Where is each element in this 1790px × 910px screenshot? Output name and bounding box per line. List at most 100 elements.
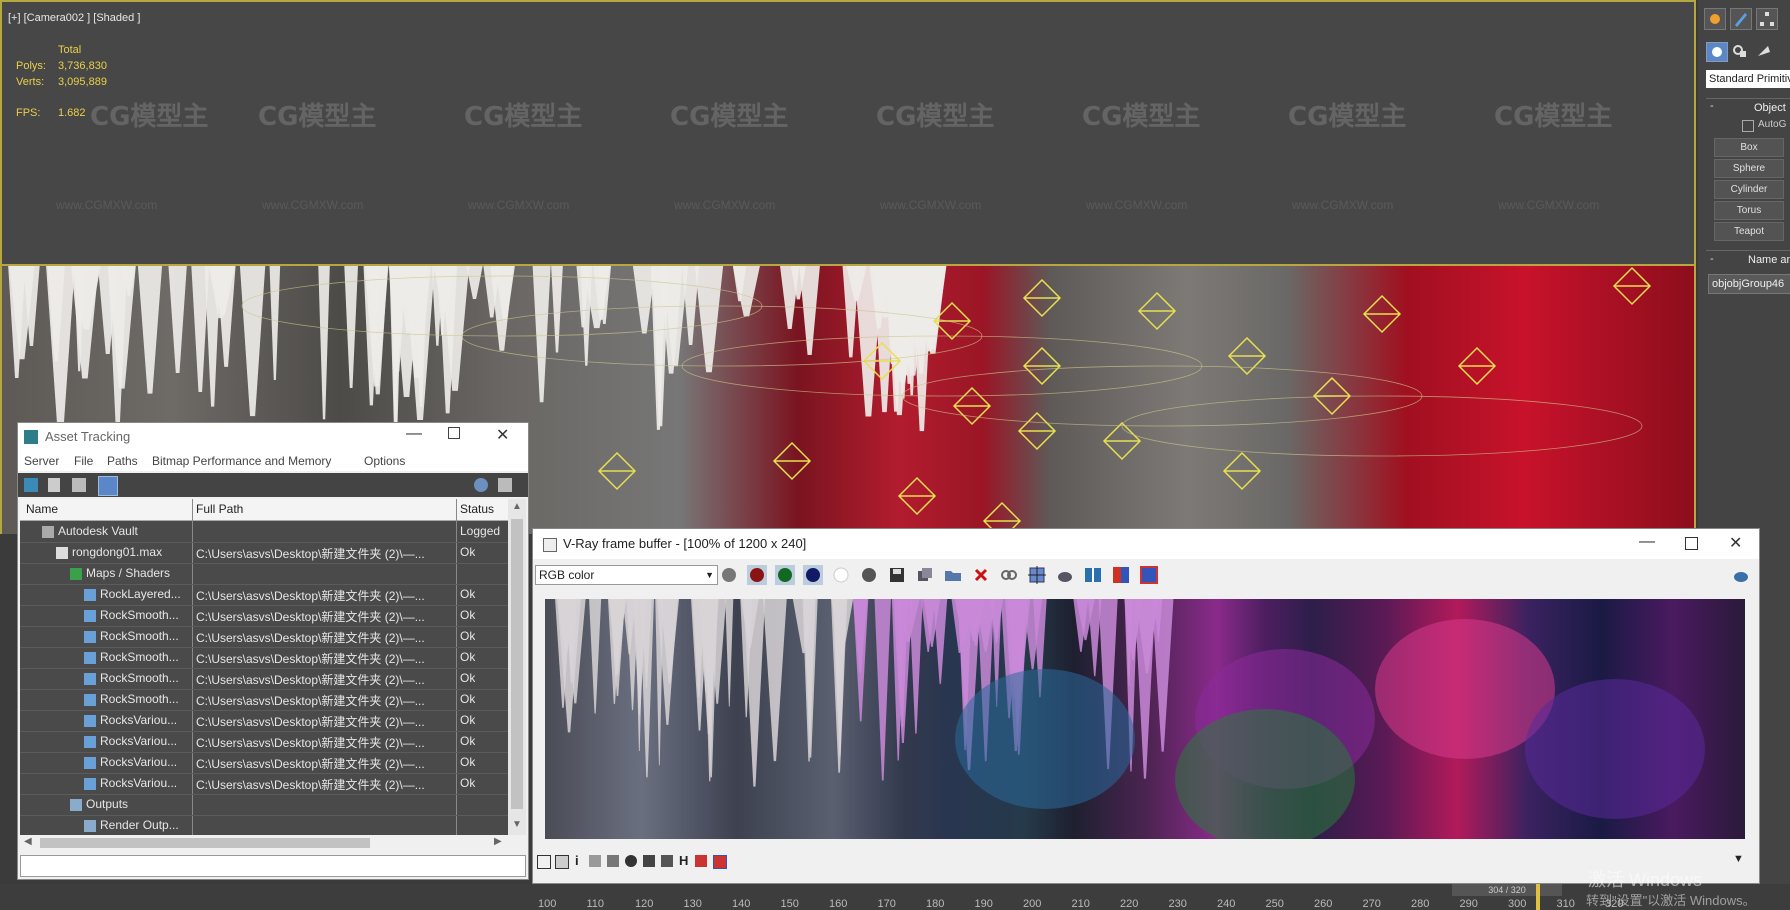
table-row[interactable]: Autodesk Vault Logged [20, 521, 508, 543]
table-row[interactable]: Maps / Shaders [20, 563, 508, 585]
rendered-image[interactable] [545, 599, 1745, 839]
rollout-collapse-icon[interactable]: - [1710, 100, 1714, 112]
create-tab-icon[interactable] [1704, 8, 1726, 30]
maximize-icon[interactable] [448, 427, 460, 439]
light-helper-icon[interactable] [1362, 294, 1402, 334]
refresh-icon[interactable] [24, 478, 38, 492]
curve-icon[interactable] [589, 855, 601, 867]
blue-channel-icon[interactable] [803, 565, 823, 585]
primitive-type-dropdown[interactable]: Standard Primitiv [1706, 70, 1790, 88]
light-helper-icon[interactable] [772, 441, 812, 481]
table-row[interactable]: RocksVariou... C:\Users\asvs\Desktop\新建文件… [20, 731, 508, 753]
stereo-icon[interactable] [713, 855, 727, 869]
modify-tab-icon[interactable] [1730, 8, 1752, 30]
save-image-icon[interactable] [887, 565, 907, 585]
hierarchy-tab-icon[interactable] [1756, 8, 1778, 30]
scroll-thumb[interactable] [40, 838, 370, 848]
object-name-field[interactable]: objobjGroup46 [1708, 274, 1790, 294]
render-last-icon[interactable] [1731, 565, 1751, 585]
minimize-icon[interactable]: — [1639, 533, 1655, 551]
clear-image-icon[interactable] [971, 565, 991, 585]
object-type-rollout[interactable]: Object [1754, 102, 1786, 114]
context-help-icon[interactable] [498, 478, 512, 492]
table-row[interactable]: RocksVariou... C:\Users\asvs\Desktop\新建文件… [20, 752, 508, 774]
table-row[interactable]: RockSmooth... C:\Users\asvs\Desktop\新建文件夹… [20, 605, 508, 627]
rollout-collapse-icon[interactable]: - [1710, 253, 1714, 265]
light-helper-icon[interactable] [1457, 346, 1497, 386]
duplicate-icon[interactable] [915, 565, 935, 585]
column-full-path[interactable]: Full Path [196, 502, 243, 516]
region-render-icon[interactable] [1027, 565, 1047, 585]
table-row[interactable]: RockSmooth... C:\Users\asvs\Desktop\新建文件夹… [20, 626, 508, 648]
ab-horizontal-icon[interactable] [1111, 565, 1131, 585]
white-balance-icon[interactable] [625, 855, 637, 867]
pixel-aspect-icon[interactable] [695, 855, 707, 867]
box-button[interactable]: Box [1714, 138, 1784, 157]
teapot-button[interactable]: Teapot [1714, 222, 1784, 241]
compare-icon[interactable] [1083, 565, 1103, 585]
expand-icon[interactable]: ▼ [1733, 853, 1753, 873]
menu-bitmap-performance[interactable]: Bitmap Performance and Memory [152, 454, 331, 468]
show-corrections-icon[interactable] [537, 855, 551, 869]
table-row[interactable]: RocksVariou... C:\Users\asvs\Desktop\新建文件… [20, 773, 508, 795]
vertical-scrollbar[interactable]: ▲ ▼ [508, 499, 526, 835]
table-row[interactable]: RocksVariou... C:\Users\asvs\Desktop\新建文件… [20, 710, 508, 732]
viewport-camera[interactable]: [+] [Camera002 ] [Shaded ] Total Polys: … [0, 0, 1696, 266]
autogrid-checkbox[interactable] [1742, 120, 1754, 132]
viewport-label[interactable]: [+] [Camera002 ] [Shaded ] [8, 12, 140, 24]
light-helper-icon[interactable] [1227, 336, 1267, 376]
scroll-up-icon[interactable]: ▲ [512, 501, 522, 512]
list-view-icon[interactable] [48, 478, 60, 492]
column-status[interactable]: Status [460, 502, 494, 516]
lut-icon[interactable] [661, 855, 673, 867]
light-helper-icon[interactable] [1102, 421, 1142, 461]
geometry-icon[interactable] [1706, 42, 1728, 62]
light-helper-icon[interactable] [597, 451, 637, 491]
light-helper-icon[interactable] [1137, 291, 1177, 331]
exposure-icon[interactable] [607, 855, 619, 867]
red-channel-icon[interactable] [747, 565, 767, 585]
light-helper-icon[interactable] [1612, 266, 1652, 306]
scroll-right-icon[interactable]: ▶ [494, 836, 502, 847]
scroll-down-icon[interactable]: ▼ [512, 819, 522, 830]
rgb-channels-icon[interactable] [719, 565, 739, 585]
scroll-thumb[interactable] [511, 519, 523, 809]
table-row[interactable]: Outputs [20, 794, 508, 816]
light-helper-icon[interactable] [1022, 278, 1062, 318]
title-bar[interactable]: Asset Tracking — ✕ [18, 423, 528, 451]
table-row[interactable]: rongdong01.max C:\Users\asvs\Desktop\新建文件… [20, 542, 508, 564]
link-icon[interactable] [999, 565, 1019, 585]
minimize-icon[interactable]: — [406, 425, 422, 443]
table-view-icon[interactable] [98, 476, 118, 496]
horizontal-scrollbar[interactable]: ◀ ▶ [20, 835, 508, 851]
light-helper-icon[interactable] [1022, 346, 1062, 386]
menu-server[interactable]: Server [24, 454, 59, 468]
open-folder-icon[interactable] [943, 565, 963, 585]
cylinder-button[interactable]: Cylinder [1714, 180, 1784, 199]
title-bar[interactable]: V-Ray frame buffer - [100% of 1200 x 240… [533, 529, 1759, 559]
alpha-channel-icon[interactable] [831, 565, 851, 585]
details-view-icon[interactable] [72, 478, 86, 492]
menu-options[interactable]: Options [364, 454, 405, 468]
time-slider[interactable] [1536, 884, 1540, 910]
lights-icon[interactable] [1754, 42, 1774, 60]
close-icon[interactable]: ✕ [496, 425, 509, 445]
ab-vertical-icon[interactable] [1139, 565, 1159, 585]
table-row[interactable]: Render Outp... [20, 815, 508, 835]
light-helper-icon[interactable] [1017, 411, 1057, 451]
column-name[interactable]: Name [26, 502, 58, 516]
help-icon[interactable] [474, 478, 488, 492]
torus-button[interactable]: Torus [1714, 201, 1784, 220]
menu-file[interactable]: File [74, 454, 93, 468]
scroll-left-icon[interactable]: ◀ [24, 836, 32, 847]
render-teapot-icon[interactable] [1055, 565, 1075, 585]
sphere-button[interactable]: Sphere [1714, 159, 1784, 178]
timeline[interactable]: 100 110 120 130 140 150 160 170 180 190 200 210 220 2… [0, 884, 1790, 910]
light-helper-icon[interactable] [897, 476, 937, 516]
mono-channel-icon[interactable] [859, 565, 879, 585]
maximize-icon[interactable] [1685, 537, 1698, 550]
name-color-rollout[interactable]: Name an [1748, 254, 1790, 266]
light-helper-icon[interactable] [1222, 451, 1262, 491]
shapes-icon[interactable] [1730, 42, 1750, 60]
color-balance-icon[interactable] [643, 855, 655, 867]
